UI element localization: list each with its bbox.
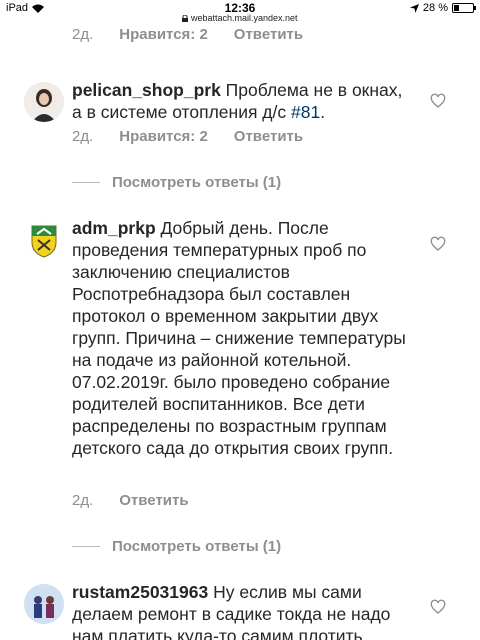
avatar[interactable] — [24, 82, 64, 122]
heart-outline-icon[interactable] — [430, 93, 446, 109]
comment-text: rustam25031963 Ну еслив мы сами делаем р… — [72, 581, 412, 640]
battery-icon — [452, 3, 476, 13]
reply-button[interactable]: Ответить — [234, 26, 303, 43]
status-bar: iPad 12:36 webattach.mail.yandex.net 28 … — [0, 0, 480, 24]
avatar-image-icon — [24, 584, 64, 624]
comment-text: pelican_shop_prk Проблема не в окнах, а … — [72, 79, 412, 123]
avatar[interactable] — [24, 584, 64, 624]
lock-icon — [182, 14, 189, 22]
divider-line — [72, 182, 100, 183]
comments-feed: 2д. Нравится: 2 Ответить pelican_shop_pr… — [0, 0, 480, 640]
comment-text: adm_prkp Добрый день. После проведения т… — [72, 217, 412, 459]
view-replies-button[interactable]: Посмотреть ответы (1) — [72, 538, 281, 555]
comment-body-end: . — [320, 102, 326, 122]
likes-count[interactable]: Нравится: 2 — [119, 26, 208, 43]
reply-button[interactable]: Ответить — [234, 128, 303, 145]
comment-username[interactable]: adm_prkp — [72, 218, 156, 238]
likes-count[interactable]: Нравится: 2 — [119, 128, 208, 145]
coat-of-arms-icon — [24, 220, 64, 260]
comment-meta: 2д. Нравится: 2 Ответить — [72, 128, 303, 145]
avatar-image-icon — [24, 82, 64, 122]
battery-percent: 28 % — [422, 2, 448, 14]
battery-fill — [454, 5, 459, 11]
heart-outline-icon[interactable] — [430, 599, 446, 615]
comment-body-paragraph: 07.02.2019г. было проведено собрание род… — [72, 372, 394, 458]
comment-meta: 2д. Ответить — [72, 492, 189, 509]
status-right: 28 % — [409, 2, 476, 14]
view-replies-button[interactable]: Посмотреть ответы (1) — [72, 174, 281, 191]
divider-line — [72, 546, 100, 547]
comment-age: 2д. — [72, 492, 94, 509]
url-text: webattach.mail.yandex.net — [190, 13, 298, 23]
view-replies-label: Посмотреть ответы (1) — [112, 538, 282, 555]
location-arrow-icon — [409, 3, 419, 13]
reply-button[interactable]: Ответить — [119, 492, 188, 509]
view-replies-label: Посмотреть ответы (1) — [112, 174, 282, 191]
avatar[interactable] — [24, 220, 64, 260]
comment-body: Добрый день. После проведения температур… — [72, 218, 406, 370]
comment-username[interactable]: rustam25031963 — [72, 582, 208, 602]
comment-age: 2д. — [72, 26, 94, 43]
heart-outline-icon[interactable] — [430, 236, 446, 252]
comment-username[interactable]: pelican_shop_prk — [72, 80, 221, 100]
browser-url[interactable]: webattach.mail.yandex.net — [0, 13, 480, 23]
comment-age: 2д. — [72, 128, 94, 145]
comment-meta-top: 2д. Нравится: 2 Ответить — [72, 26, 303, 43]
hashtag-link[interactable]: #81 — [291, 102, 320, 122]
